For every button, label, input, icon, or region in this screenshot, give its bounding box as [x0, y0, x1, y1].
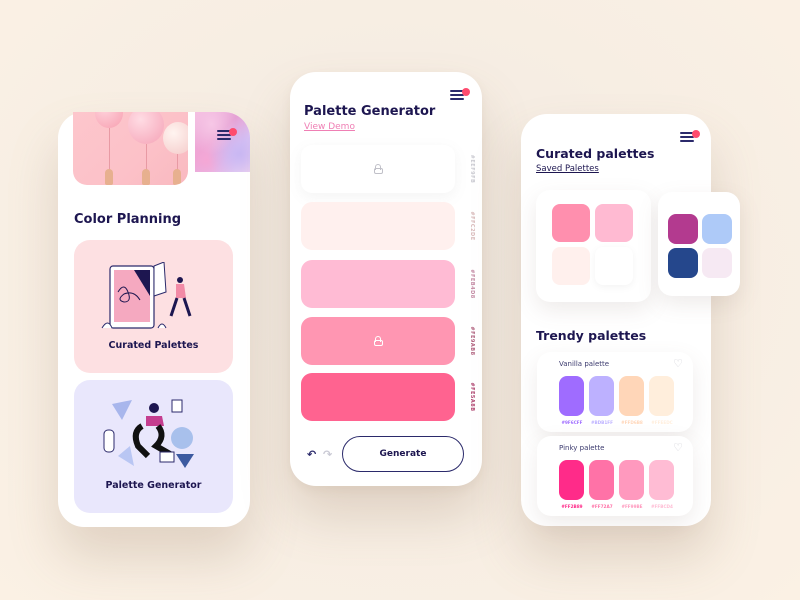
trendy-palette-card[interactable]: Pinky palette ♡ #FF2B89 #FF72A7 #FF99BE #FF…	[537, 436, 693, 516]
color-pill[interactable]	[619, 376, 644, 416]
hand	[142, 169, 150, 185]
hex-label: #FE9AB8	[469, 326, 475, 356]
palette-generator-card[interactable]: Palette Generator	[74, 380, 233, 513]
color-square	[552, 204, 590, 242]
generate-button[interactable]: Generate	[342, 436, 464, 472]
heart-icon[interactable]: ♡	[673, 357, 683, 370]
balloon-string	[109, 128, 110, 173]
trendy-palette-card[interactable]: Vanilla palette ♡ #9F6CFF #BDB1FF #FFD6B8 #…	[537, 352, 693, 432]
color-pill[interactable]	[559, 460, 584, 500]
color-swatch[interactable]	[301, 260, 455, 308]
curated-palette-card[interactable]	[658, 192, 740, 296]
color-pill[interactable]	[649, 376, 674, 416]
phone-color-planning: Color Planning Curated Palettes Palette …	[58, 112, 250, 527]
balloon	[163, 122, 188, 154]
card-label: Palette Generator	[105, 480, 202, 491]
color-pill[interactable]	[589, 460, 614, 500]
color-pill[interactable]	[589, 376, 614, 416]
hex-label: #FFD6B8	[621, 420, 643, 425]
color-square	[702, 248, 732, 278]
floating-person-illustration	[103, 399, 194, 468]
hex-label: #FFEEDC	[651, 420, 673, 425]
balloon	[95, 112, 123, 128]
marble-texture-image	[195, 112, 250, 172]
hand	[173, 169, 181, 185]
color-swatch[interactable]	[301, 317, 455, 365]
heart-icon[interactable]: ♡	[673, 441, 683, 454]
notification-dot	[692, 130, 700, 138]
saved-palettes-link[interactable]: Saved Palettes	[536, 164, 599, 174]
hand	[105, 169, 113, 185]
palette-name: Vanilla palette	[559, 360, 610, 368]
lock-icon[interactable]	[373, 164, 383, 174]
phone-curated-palettes: Curated palettes Saved Palettes Trendy p…	[521, 114, 740, 526]
menu-icon[interactable]	[450, 88, 470, 102]
hex-label: #FFC2DE	[469, 211, 475, 241]
undo-icon[interactable]: ↶	[307, 448, 316, 461]
redo-icon[interactable]: ↷	[323, 448, 332, 461]
color-square	[595, 204, 633, 242]
color-square	[668, 248, 698, 278]
color-pill[interactable]	[649, 460, 674, 500]
view-demo-link[interactable]: View Demo	[304, 122, 355, 132]
palette-name: Pinky palette	[559, 444, 605, 452]
page-title: Palette Generator	[304, 104, 436, 119]
color-square	[668, 214, 698, 244]
lock-icon[interactable]	[373, 336, 383, 346]
tablet-drawing-illustration	[101, 262, 192, 329]
hex-label: #FF72A7	[591, 504, 613, 509]
color-pill[interactable]	[559, 376, 584, 416]
menu-icon[interactable]	[217, 128, 237, 142]
color-swatch[interactable]	[301, 202, 455, 250]
hex-label: #FF2B89	[561, 504, 583, 509]
balloon	[128, 112, 164, 144]
color-pill[interactable]	[619, 460, 644, 500]
notification-dot	[462, 88, 470, 96]
balloons-photo	[73, 112, 188, 185]
curated-palettes-card[interactable]: Curated Palettes	[74, 240, 233, 373]
notification-dot	[229, 128, 237, 136]
phone-palette-generator: Palette Generator View Demo #EEF9FB #FFC2…	[290, 72, 482, 486]
color-square	[702, 214, 732, 244]
hex-label: #FFBCD4	[651, 504, 673, 509]
hex-label: #FEB4D8	[469, 269, 475, 299]
hex-label: #BDB1FF	[590, 420, 613, 425]
hex-label: #EEF9FB	[469, 154, 475, 184]
color-square	[552, 247, 590, 285]
color-square	[595, 247, 633, 285]
hex-label: #FF99BE	[621, 504, 643, 509]
hex-label: #9F6CFF	[561, 420, 583, 425]
curated-palette-card[interactable]	[536, 190, 651, 302]
color-swatch[interactable]	[301, 373, 455, 421]
page-title: Color Planning	[74, 212, 182, 227]
hex-label: #FE5A8B	[469, 382, 475, 412]
section-title: Trendy palettes	[536, 328, 647, 343]
menu-icon[interactable]	[680, 130, 700, 144]
page-title: Curated palettes	[536, 146, 655, 161]
color-swatch[interactable]	[301, 145, 455, 193]
